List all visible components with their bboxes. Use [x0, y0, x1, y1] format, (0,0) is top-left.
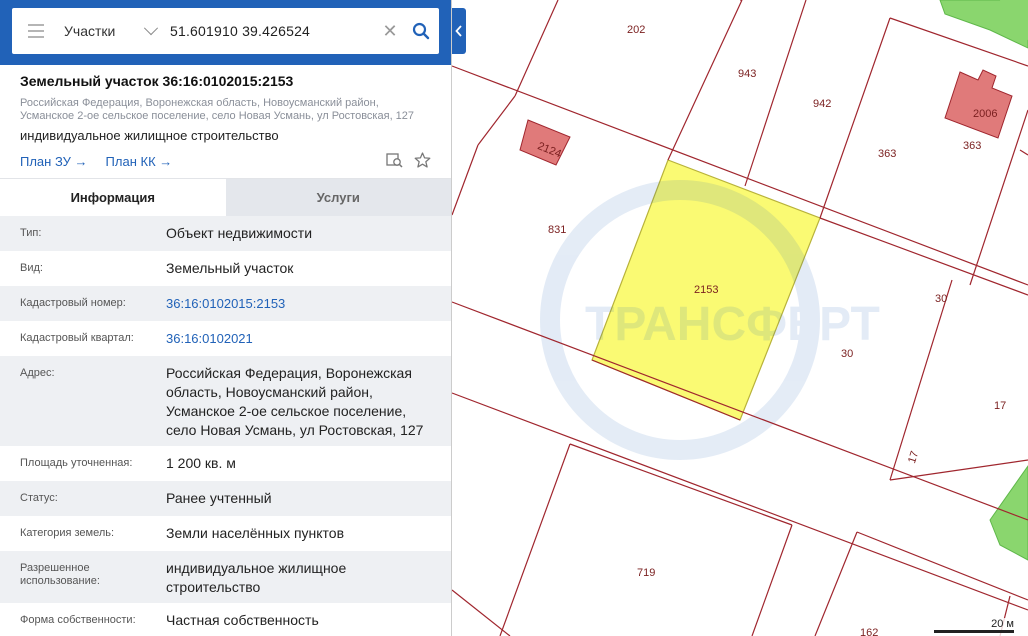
arrow-right-icon: → — [159, 153, 173, 169]
row-label: Вид: — [20, 262, 43, 274]
plan-zu-link[interactable]: План ЗУ → — [20, 154, 88, 169]
label-363-a: 363 — [878, 148, 896, 160]
label-719: 719 — [637, 567, 655, 579]
label-30-a: 30 — [935, 293, 947, 305]
table-row: Категория земель: Земли населённых пункт… — [0, 516, 451, 551]
collapse-panel-button[interactable] — [452, 8, 466, 54]
label-202: 202 — [627, 24, 645, 36]
star-icon[interactable] — [414, 151, 431, 171]
table-row: Адрес: Российская Федерация, Воронежская… — [0, 356, 451, 446]
search-bar: Участки 51.601910 39.426524 ✕ — [0, 0, 451, 65]
layer-select-value: Участки — [64, 23, 116, 39]
search-input[interactable]: 51.601910 39.426524 — [164, 23, 377, 39]
label-2006: 2006 — [973, 108, 997, 120]
info-table: Тип: Объект недвижимости Вид: Земельный … — [0, 216, 451, 636]
row-label: Тип: — [20, 227, 42, 239]
plan-kk-label: План КК — [105, 153, 156, 169]
parcel-title: Земельный участок 36:16:0102015:2153 — [20, 73, 294, 89]
parcel-use: индивидуальное жилищное строительство — [20, 128, 279, 143]
label-942: 942 — [813, 98, 831, 110]
panel-tabs: Информация Услуги — [0, 178, 451, 216]
chevron-down-icon — [143, 21, 159, 36]
table-row: Тип: Объект недвижимости — [0, 216, 451, 251]
label-831: 831 — [548, 224, 566, 236]
row-value: Земли населённых пунктов — [166, 525, 345, 541]
row-value: Частная собственность — [166, 612, 319, 628]
table-row: Площадь уточненная: 1 200 кв. м — [0, 446, 451, 481]
row-value: Объект недвижимости — [166, 225, 313, 241]
chevron-left-icon — [455, 25, 462, 37]
row-label: Категория земель: — [20, 527, 115, 539]
close-icon[interactable]: ✕ — [377, 8, 403, 54]
parcel-links: План ЗУ → План КК → — [20, 151, 431, 171]
search-box: Участки 51.601910 39.426524 ✕ — [12, 8, 439, 54]
label-17-a: 17 — [994, 400, 1006, 412]
table-row: Разрешенное использование: индивидуально… — [0, 551, 451, 603]
row-label: Статус: — [20, 492, 58, 504]
scale-label: 20 м — [991, 618, 1014, 630]
parcel-address-line-1: Российская Федерация, Воронежская област… — [20, 97, 379, 109]
cadastral-number-link[interactable]: 36:16:0102015:2153 — [166, 286, 431, 319]
row-label: Разрешенное использование: — [20, 562, 100, 587]
label-2153: 2153 — [694, 284, 718, 296]
cadastral-quarter-link[interactable]: 36:16:0102021 — [166, 321, 431, 354]
map-scale: 20 м — [934, 618, 1028, 636]
menu-icon[interactable] — [12, 8, 60, 54]
search-icon[interactable] — [403, 8, 439, 54]
plan-zu-label: План ЗУ — [20, 153, 71, 169]
row-value: 1 200 кв. м — [166, 455, 236, 471]
row-value: индивидуальное жилищное строительство — [166, 560, 347, 595]
row-label: Кадастровый квартал: — [20, 332, 134, 344]
label-162: 162 — [860, 627, 878, 636]
label-363-b: 363 — [963, 140, 981, 152]
parcel-actions — [386, 151, 431, 171]
row-label: Форма собственности: — [20, 614, 136, 626]
table-row: Кадастровый квартал: 36:16:0102021 — [0, 321, 451, 356]
watermark-text: ТРАНСФЕРТ — [585, 298, 880, 351]
table-row: Форма собственности: Частная собственнос… — [0, 603, 451, 636]
row-label: Адрес: — [20, 367, 55, 379]
parcel-address-line-2: Усманское 2-ое сельское поселение, село … — [20, 110, 415, 122]
tab-services[interactable]: Услуги — [225, 179, 451, 216]
parcel-header: Земельный участок 36:16:0102015:2153 Рос… — [0, 65, 451, 171]
row-label: Площадь уточненная: — [20, 457, 133, 469]
arrow-right-icon: → — [74, 153, 88, 169]
layer-select[interactable]: Участки — [60, 21, 164, 39]
label-943: 943 — [738, 68, 756, 80]
table-row: Вид: Земельный участок — [0, 251, 451, 286]
table-row: Кадастровый номер: 36:16:0102015:2153 — [0, 286, 451, 321]
label-30-b: 30 — [841, 348, 853, 360]
find-on-map-icon[interactable] — [386, 152, 404, 171]
plan-kk-link[interactable]: План КК → — [106, 154, 173, 169]
table-row: Статус: Ранее учтенный — [0, 481, 451, 516]
row-value: Земельный участок — [166, 260, 294, 276]
row-value: Ранее учтенный — [166, 490, 272, 506]
row-value: Российская Федерация, Воронежская област… — [166, 365, 424, 438]
scale-bar — [934, 630, 1014, 633]
tab-info[interactable]: Информация — [0, 179, 226, 216]
row-label: Кадастровый номер: — [20, 297, 126, 309]
info-panel: Участки 51.601910 39.426524 ✕ Земельный … — [0, 0, 452, 636]
